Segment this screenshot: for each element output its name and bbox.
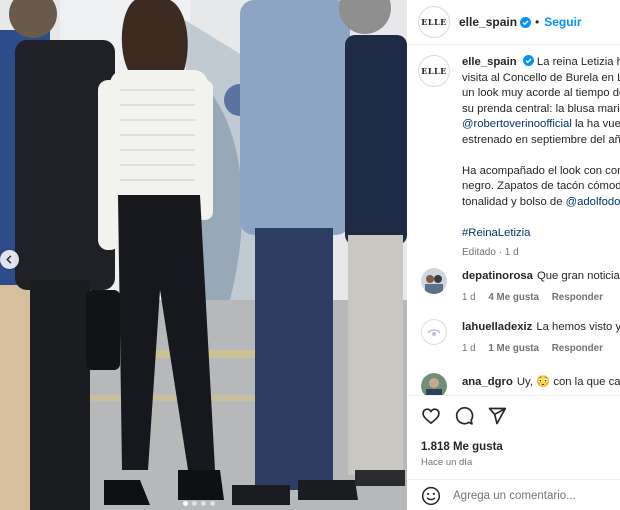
post-header: ELLE elle_spain • Seguir (407, 0, 620, 45)
caption-username[interactable]: elle_spain (462, 56, 517, 68)
caption-mention-link[interactable]: @robertoverinoofficial (462, 118, 572, 130)
comment-text: Que gran noticia! (536, 270, 620, 282)
caption-line: negro. Zapatos de tacón cómodo (462, 180, 620, 192)
emoji-glyph: 😳 (536, 376, 551, 388)
carousel-dot (183, 501, 188, 506)
elle-logo: ELLE (421, 17, 447, 27)
elle-logo: ELLE (421, 66, 447, 76)
reply-button[interactable]: Responder (552, 343, 603, 354)
post-photo (0, 0, 407, 510)
author-avatar[interactable]: ELLE (418, 6, 450, 38)
caption-text: tonalidad y bolso de (462, 195, 566, 208)
carousel-dot (210, 501, 215, 506)
share-button[interactable] (487, 406, 507, 426)
carousel-dot (201, 501, 206, 506)
add-comment-bar (407, 479, 620, 510)
caption-line: estrenado en septiembre del año (462, 133, 620, 146)
caption-line: Ha acompañado el look con con (462, 164, 620, 177)
heart-icon (422, 408, 440, 425)
comment-username[interactable]: lahuelladexiz (462, 321, 532, 333)
post-caption: elle_spain La reina Letizia ha a visita … (462, 55, 620, 261)
caption-line: La reina Letizia ha a (536, 56, 620, 68)
caption-author-avatar[interactable]: ELLE (418, 55, 450, 87)
caption-text: la ha vuelt (574, 118, 620, 130)
verified-icon (522, 55, 534, 66)
reply-button[interactable]: Responder (552, 292, 603, 303)
header-separator: • (535, 15, 540, 29)
follow-button[interactable]: Seguir (544, 15, 581, 29)
photo-illustration (0, 0, 407, 510)
previous-image-button[interactable] (0, 250, 19, 269)
caption-line: un look muy acorde al tiempo de (462, 87, 620, 99)
comment-input[interactable] (453, 489, 620, 502)
caption-row: ELLE elle_spain La reina Letizia ha a vi… (418, 55, 620, 261)
hashtag-link[interactable]: #ReinaLetizia (462, 226, 620, 242)
comment-username[interactable]: ana_dgro (462, 376, 513, 388)
edited-label: Editado · 1 d (462, 247, 519, 258)
comment-text: con la que cae (550, 376, 620, 388)
carousel-dot (192, 501, 197, 506)
comment-icon (455, 407, 474, 425)
comment-age: 1 d (462, 343, 476, 354)
post-time: Hace un día (421, 457, 473, 468)
share-icon (488, 407, 507, 425)
caption-mention-link[interactable]: @adolfodo (566, 196, 620, 208)
caption-line: su prenda central: la blusa marin (462, 102, 620, 115)
commenter-avatar[interactable] (421, 268, 447, 294)
caption-line: visita al Concello de Burela en Lu (462, 71, 620, 84)
comment-text: Uy, (516, 376, 537, 388)
comment-text: La hemos visto y n (536, 321, 620, 333)
post-panel: ELLE elle_spain • Seguir ELLE elle_spain… (407, 0, 620, 510)
post-actions: 1.818 Me gusta Hace un día (407, 395, 620, 510)
comment-likes[interactable]: 4 Me gusta (488, 292, 539, 303)
chevron-left-icon (6, 255, 12, 264)
comment-username[interactable]: depatinorosa (462, 270, 533, 282)
commenter-avatar[interactable] (421, 319, 447, 345)
emoji-icon (421, 486, 441, 505)
author-username[interactable]: elle_spain (459, 15, 517, 29)
carousel-dots (183, 501, 215, 506)
comment-likes[interactable]: 1 Me gusta (488, 343, 539, 354)
like-button[interactable] (421, 406, 441, 426)
likes-count[interactable]: 1.818 Me gusta (421, 441, 503, 453)
emoji-button[interactable] (421, 486, 441, 506)
verified-icon (520, 16, 532, 28)
comment-age: 1 d (462, 292, 476, 303)
comment-button[interactable] (454, 406, 474, 426)
